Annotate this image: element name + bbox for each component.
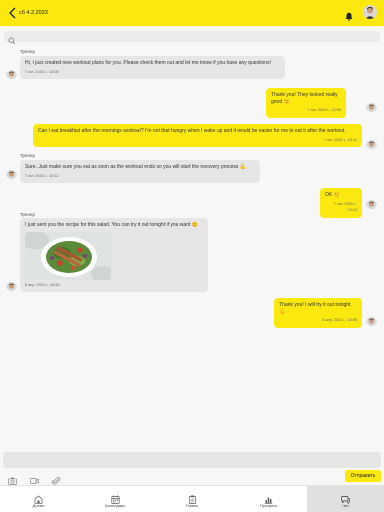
top-bar: сб 4.2.2023 — [0, 0, 384, 26]
camera-icon[interactable] — [8, 472, 17, 485]
sender-name: Тренер — [20, 49, 35, 54]
message-text: Hi, I just created new workout plans for… — [25, 60, 271, 66]
sender-name: Тренер — [20, 212, 35, 217]
trainer-avatar — [6, 68, 17, 79]
calendar-icon — [111, 491, 120, 504]
message-composer — [3, 452, 381, 472]
message-text: I just sent you the recipe for this sala… — [25, 222, 198, 228]
bell-icon[interactable] — [345, 8, 353, 21]
message-time: 8 апр. 2022 г., 18:50 — [25, 282, 60, 287]
message-text: Thank you! I will try it out tonight 💪 — [279, 302, 351, 315]
message-bubble-outgoing[interactable]: Thank you! I will try it out tonight 💪 8… — [274, 298, 362, 328]
message-time: 7 окт. 2020 г., 13:09 — [307, 108, 342, 113]
sender-name: Тренер — [20, 153, 35, 158]
message-text: Thank you! They looked really good 😊 — [271, 92, 338, 105]
message-bubble-outgoing[interactable]: Thank you! They looked really good 😊 7 о… — [266, 88, 346, 118]
message-input[interactable] — [3, 456, 381, 472]
back-arrow-icon[interactable] — [8, 6, 18, 20]
chat-icon — [341, 491, 350, 505]
tab-label: Планы — [185, 503, 199, 508]
message-time: 7 окт. 2020 г., 13:12 — [25, 173, 59, 178]
video-icon[interactable] — [30, 472, 39, 484]
message-bubble-incoming[interactable]: Sure. Just make sure you eat as soon as … — [20, 160, 260, 184]
search-bar — [4, 31, 380, 45]
message-bubble-outgoing[interactable]: Can I eat breakfast after the mornings w… — [33, 124, 362, 148]
trainer-avatar — [6, 168, 17, 179]
search-icon — [8, 32, 16, 45]
message-text: Can I eat breakfast after the mornings w… — [38, 128, 346, 134]
message-text: OK 🙂 — [325, 192, 340, 198]
tab-plans[interactable]: Планы — [154, 486, 231, 512]
trainer-avatar — [6, 280, 17, 291]
message-bubble-outgoing[interactable]: OK 🙂 7 окт. 2020 г., 13:13 — [320, 188, 362, 218]
user-avatar-small — [366, 138, 377, 149]
user-avatar-small — [366, 101, 377, 112]
tab-label: Дневн — [32, 503, 45, 508]
user-avatar-small — [366, 198, 377, 209]
message-time: 7 окт. 2020 г., 13:13 — [334, 201, 357, 213]
paperclip-icon[interactable] — [52, 472, 61, 485]
tab-calendar[interactable]: Календарь — [77, 486, 154, 512]
bottom-tab-bar: Дневн Календарь Планы Прогресс Чат — [0, 485, 384, 512]
message-bubble-incoming[interactable]: I just sent you the recipe for this sala… — [20, 218, 208, 293]
message-time: 7 окт. 2020 г., 13:11 — [323, 137, 357, 142]
tab-chat[interactable]: Чат — [307, 486, 384, 512]
tab-label: Чат — [342, 503, 349, 508]
clipboard-icon — [188, 491, 197, 504]
user-avatar[interactable] — [363, 5, 377, 19]
chat-area[interactable]: Тренер Hi, I just created new workout pl… — [0, 44, 384, 448]
search-input[interactable] — [18, 31, 373, 42]
header-title: сб 4.2.2023 — [19, 10, 48, 16]
message-text: Sure. Just make sure you eat as soon as … — [25, 164, 247, 170]
tab-label: Календарь — [105, 503, 126, 508]
home-icon — [34, 491, 43, 504]
message-time: 8 апр. 2022 г., 18:55 — [322, 318, 357, 323]
tab-diary[interactable]: Дневн — [0, 486, 77, 512]
user-avatar-small — [366, 315, 377, 326]
tab-label: Прогресс — [260, 503, 278, 508]
tab-progress[interactable]: Прогресс — [230, 486, 307, 512]
message-time: 7 окт. 2020 г., 13:08 — [25, 69, 59, 74]
chart-icon — [264, 491, 273, 504]
send-button[interactable]: Отправить — [345, 470, 381, 482]
message-bubble-incoming[interactable]: Hi, I just created new workout plans for… — [20, 56, 285, 80]
salad-photo[interactable] — [25, 231, 111, 280]
